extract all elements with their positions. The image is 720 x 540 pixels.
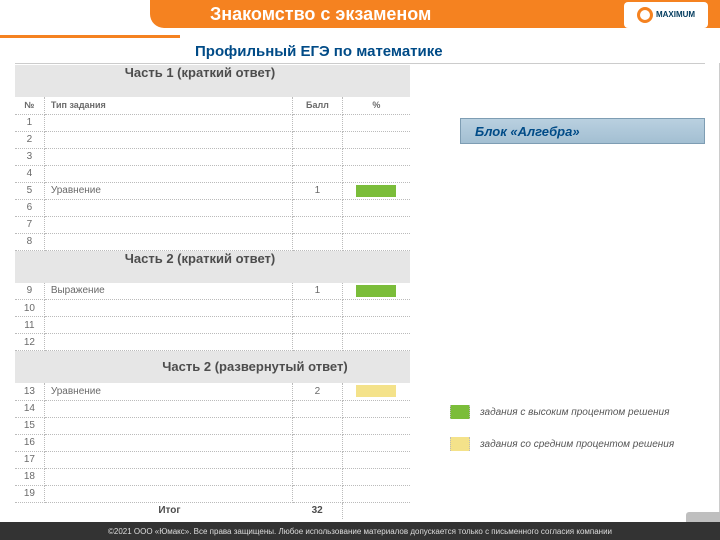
divider — [15, 63, 705, 64]
legend: задания с высоким процентом решения зада… — [450, 405, 674, 469]
pct-swatch — [356, 385, 396, 397]
subtitle: Профильный ЕГЭ по математике — [195, 43, 443, 60]
logo-text: MAXIMUM — [656, 11, 695, 19]
logo: MAXIMUM — [624, 2, 708, 28]
table-row: 9Выражение1 — [15, 283, 410, 300]
footer-tab — [686, 512, 720, 522]
table-row: 12 — [15, 334, 410, 351]
table-row: 13Уравнение2 — [15, 383, 410, 400]
table-header-row: № Тип задания Балл % — [15, 97, 410, 114]
legend-item-mid: задания со средним процентом решения — [450, 437, 674, 451]
table-part2a: 9Выражение1101112 — [15, 283, 410, 352]
table-row: 18 — [15, 468, 410, 485]
table-row: 3 — [15, 148, 410, 165]
section-head-2: Часть 2 (краткий ответ) — [15, 251, 410, 283]
logo-ring-icon — [637, 7, 653, 23]
legend-item-high: задания с высоким процентом решения — [450, 405, 674, 419]
table-row: 6 — [15, 199, 410, 216]
table-row: 14 — [15, 400, 410, 417]
table-row: 4 — [15, 165, 410, 182]
table-row: 17 — [15, 451, 410, 468]
score-table: Часть 1 (краткий ответ) № Тип задания Ба… — [15, 65, 410, 519]
table-row: 10 — [15, 300, 410, 317]
legend-swatch-yellow — [450, 437, 470, 451]
section-head-3: Часть 2 (развернутый ответ) — [15, 351, 410, 383]
pct-swatch — [356, 185, 396, 197]
block-algebra-tag: Блок «Алгебра» — [460, 118, 705, 144]
table-part1: № Тип задания Балл % 12345Уравнение1678 — [15, 97, 410, 251]
pct-swatch — [356, 285, 396, 297]
table-row: 5Уравнение1 — [15, 182, 410, 199]
table-row: 19 — [15, 485, 410, 502]
table-row: 7 — [15, 216, 410, 233]
total-row: Итог 32 — [15, 502, 410, 519]
table-row: 8 — [15, 233, 410, 250]
legend-swatch-green — [450, 405, 470, 419]
accent-bar — [0, 35, 180, 38]
section-head-1: Часть 1 (краткий ответ) — [15, 65, 410, 97]
header: Знакомство с экзаменом MAXIMUM — [0, 0, 720, 28]
table-row: 11 — [15, 317, 410, 334]
table-row: 15 — [15, 417, 410, 434]
table-row: 16 — [15, 434, 410, 451]
table-part2b: 13Уравнение2141516171819 Итог 32 — [15, 383, 410, 519]
footer: ©2021 ООО «Юмакс». Все права защищены. Л… — [0, 522, 720, 540]
table-row: 2 — [15, 131, 410, 148]
table-row: 1 — [15, 114, 410, 131]
page-title: Знакомство с экзаменом — [210, 4, 431, 25]
